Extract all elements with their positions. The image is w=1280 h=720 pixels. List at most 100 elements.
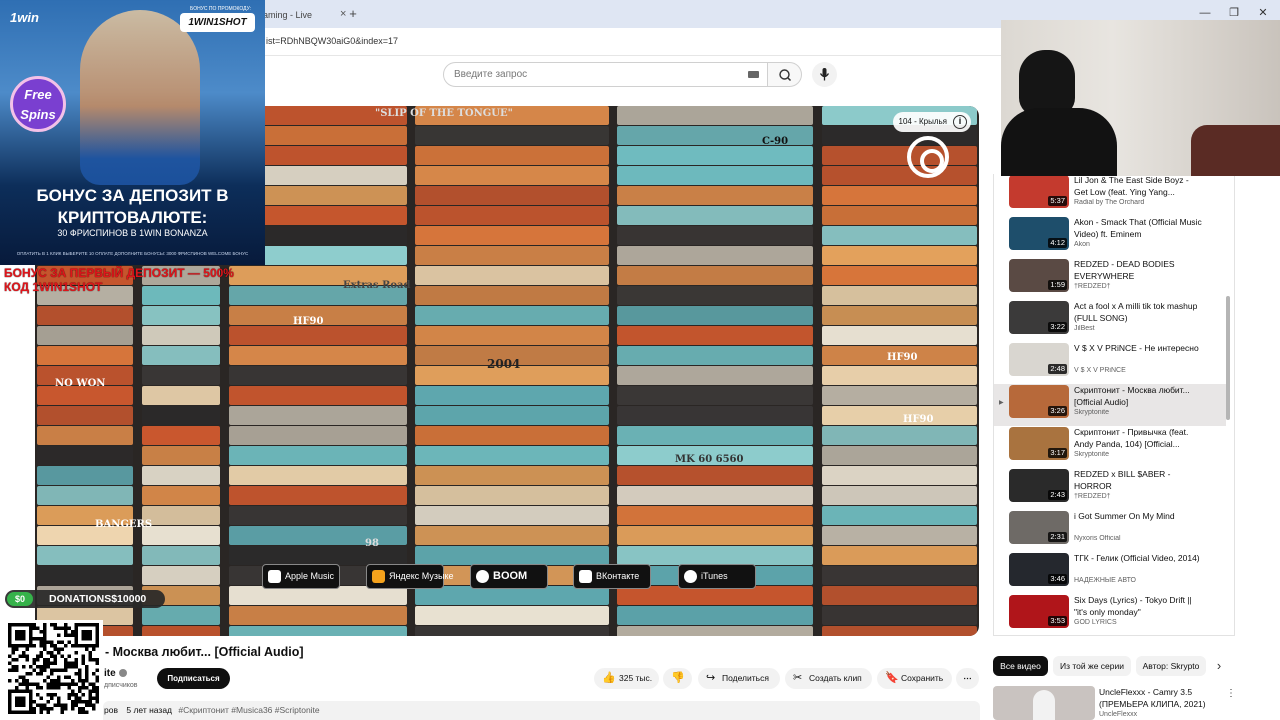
- info-icon[interactable]: i: [953, 115, 967, 129]
- hashtags[interactable]: #Скриптонит #Musica36 #Scriptonite: [178, 705, 319, 715]
- ad-subheadline: 30 ФРИСПИНОВ В 1WIN BONANZA: [57, 228, 208, 238]
- ad-headline: БОНУС ЗА ДЕПОЗИТ В КРИПТОВАЛЮТЕ:: [36, 186, 229, 227]
- playlist-title[interactable]: Lil Jon & The East Side Boyz - Get Low (…: [1074, 174, 1202, 198]
- cassette-tape: [142, 486, 220, 505]
- playlist-thumbnail[interactable]: 4:12: [1009, 217, 1069, 250]
- playlist-item[interactable]: 2:48 V $ X V PRiNCE - Не интересно V $ X V…: [994, 342, 1226, 384]
- save-button[interactable]: 🔖 Сохранить: [877, 668, 952, 689]
- playlist-title[interactable]: REDZED x BILL $ABER - HORROR: [1074, 468, 1202, 492]
- casino-ad-banner: 1win БОНУС ПО ПРОМОКОДУ: 1WIN1SHOT Free …: [0, 0, 265, 265]
- cassette-tape: [37, 446, 133, 465]
- playlist-item[interactable]: 3:17 Скриптонит - Привычка (feat. Andy Pa…: [994, 426, 1226, 468]
- playlist-title[interactable]: REDZED - DEAD BODIES EVERYWHERE: [1074, 258, 1202, 282]
- playlist-thumbnail[interactable]: 3:26: [1009, 385, 1069, 418]
- cassette-tape: [415, 146, 609, 165]
- dislike-button[interactable]: 👎: [663, 668, 692, 689]
- channel-name[interactable]: ite: [104, 668, 116, 679]
- playlist-scrollbar[interactable]: [1226, 296, 1230, 420]
- cassette-tape: [617, 406, 813, 425]
- playlist-thumbnail[interactable]: 1:59: [1009, 259, 1069, 292]
- itunes-badge[interactable]: iTunes: [678, 564, 756, 589]
- more-actions-button[interactable]: ⋯: [956, 668, 979, 689]
- like-button[interactable]: 👍 325 тыс.: [594, 668, 659, 689]
- playlist-panel: 5:37 Lil Jon & The East Side Boyz - Get L…: [993, 174, 1235, 636]
- tape-label: HF90: [293, 316, 324, 327]
- search-input[interactable]: Введите запрос: [443, 62, 768, 87]
- chips-next-icon[interactable]: ›: [1210, 656, 1228, 676]
- chip-all-videos[interactable]: Все видео: [993, 656, 1048, 676]
- playlist-item[interactable]: ▶ 3:26 Скриптонит - Москва любит... [Offic…: [994, 384, 1226, 426]
- cassette-tape: [37, 466, 133, 485]
- cassette-tape: [822, 366, 977, 385]
- playlist-title[interactable]: Act a fool x A milli tik tok mashup (FUL…: [1074, 300, 1202, 324]
- new-tab-button[interactable]: +: [346, 4, 360, 24]
- cassette-tape: [415, 606, 609, 625]
- playlist-thumbnail[interactable]: 3:17: [1009, 427, 1069, 460]
- cassette-tape: [822, 186, 977, 205]
- address-text[interactable]: ist=RDhNBQW30aiG0&index=17: [266, 36, 398, 46]
- cassette-tape: [142, 546, 220, 565]
- screen: eaming - Live × + — ❐ ✕ ist=RDhNBQW30aiG…: [0, 0, 1280, 720]
- playlist-title[interactable]: V $ X V PRiNCE - Не интересно: [1074, 342, 1202, 354]
- playlist-title[interactable]: Six Days (Lyrics) - Tokyo Drift || "it's…: [1074, 594, 1202, 618]
- cassette-tape: [142, 306, 220, 325]
- cassette-tape: [822, 286, 977, 305]
- playlist-item[interactable]: 1:59 REDZED - DEAD BODIES EVERYWHERE †REDZ…: [994, 258, 1226, 300]
- cassette-tape: [415, 166, 609, 185]
- playlist-item[interactable]: 4:12 Akon - Smack That (Official Music Vi…: [994, 216, 1226, 258]
- chip-same-series[interactable]: Из той же серии: [1053, 656, 1131, 676]
- playlist-title[interactable]: Скриптонит - Привычка (feat. Andy Panda,…: [1074, 426, 1202, 450]
- share-button[interactable]: ↪ Поделиться: [698, 668, 780, 689]
- playlist-item[interactable]: 2:31 i Got Summer On My Mind Nyxoris Offic…: [994, 510, 1226, 552]
- playlist-title[interactable]: Скриптонит - Москва любит... [Official A…: [1074, 384, 1202, 408]
- search-button[interactable]: [767, 62, 802, 87]
- playlist-thumbnail[interactable]: 3:46: [1009, 553, 1069, 586]
- playlist-item[interactable]: 3:53 Six Days (Lyrics) - Tokyo Drift || "…: [994, 594, 1226, 635]
- chip-author[interactable]: Автор: Skrypto: [1136, 656, 1206, 676]
- playlist-title[interactable]: i Got Summer On My Mind: [1074, 510, 1202, 522]
- tape-label: NO WON: [55, 378, 106, 389]
- playlist-item[interactable]: 5:37 Lil Jon & The East Side Boyz - Get L…: [994, 174, 1226, 216]
- boom-badge[interactable]: BOOM: [470, 564, 548, 589]
- recommendation-thumbnail[interactable]: [993, 686, 1095, 720]
- recommendation-more-icon[interactable]: ⋮: [1226, 688, 1236, 699]
- label-logo-icon: [907, 136, 949, 178]
- cassette-tape: [142, 626, 220, 636]
- apple-music-badge[interactable]: Apple Music: [262, 564, 340, 589]
- cassette-tape: [822, 466, 977, 485]
- cassette-tape: [617, 426, 813, 445]
- boom-icon: [476, 570, 489, 583]
- playlist-title[interactable]: Akon - Smack That (Official Music Video)…: [1074, 216, 1202, 240]
- subscribe-button[interactable]: Подписаться: [157, 668, 230, 689]
- playlist-title[interactable]: ТГК - Гелик (Official Video, 2014): [1074, 552, 1202, 564]
- cassette-tape: [415, 186, 609, 205]
- keyboard-icon[interactable]: [748, 71, 759, 78]
- cassette-tape: [822, 626, 977, 636]
- cassette-tape: [37, 326, 133, 345]
- cassette-tape: [617, 626, 813, 636]
- playlist-thumbnail[interactable]: 3:22: [1009, 301, 1069, 334]
- voice-search-button[interactable]: [812, 62, 837, 87]
- playlist-thumbnail[interactable]: 2:43: [1009, 469, 1069, 502]
- recommendation-title[interactable]: UncleFlexxx - Camry 3.5 (ПРЕМЬЕРА КЛИПА,…: [1099, 686, 1223, 710]
- playlist-thumbnail[interactable]: 3:53: [1009, 595, 1069, 628]
- playlist-thumbnail[interactable]: 5:37: [1009, 175, 1069, 208]
- playlist-item[interactable]: 3:46 ТГК - Гелик (Official Video, 2014) НА…: [994, 552, 1226, 594]
- ad-free-spins-badge: Free Spins: [10, 76, 66, 132]
- vk-icon: [579, 570, 592, 583]
- vk-badge[interactable]: ВКонтакте: [573, 564, 651, 589]
- playlist-duration: 3:46: [1048, 574, 1067, 584]
- yandex-music-badge[interactable]: Яндекс Музыке: [366, 564, 454, 589]
- playlist-item[interactable]: 3:22 Act a fool x A milli tik tok mashup …: [994, 300, 1226, 342]
- cassette-tape: [415, 206, 609, 225]
- playlist-thumbnail[interactable]: 2:48: [1009, 343, 1069, 376]
- donation-amount: $0: [7, 592, 33, 606]
- song-info-chip[interactable]: 104 - Крылья i: [892, 112, 971, 132]
- recommendation-channel[interactable]: UncleFlexxx: [1099, 711, 1137, 718]
- clip-button[interactable]: ✂ Создать клип: [785, 668, 872, 689]
- playlist-channel: Nyxoris Official: [1074, 535, 1121, 542]
- cassette-tape: [415, 526, 609, 545]
- playlist-thumbnail[interactable]: 2:31: [1009, 511, 1069, 544]
- video-meta-row[interactable]: ров 5 лет назад #Скриптонит #Musica36 #S…: [103, 701, 980, 720]
- playlist-item[interactable]: 2:43 REDZED x BILL $ABER - HORROR †REDZED†: [994, 468, 1226, 510]
